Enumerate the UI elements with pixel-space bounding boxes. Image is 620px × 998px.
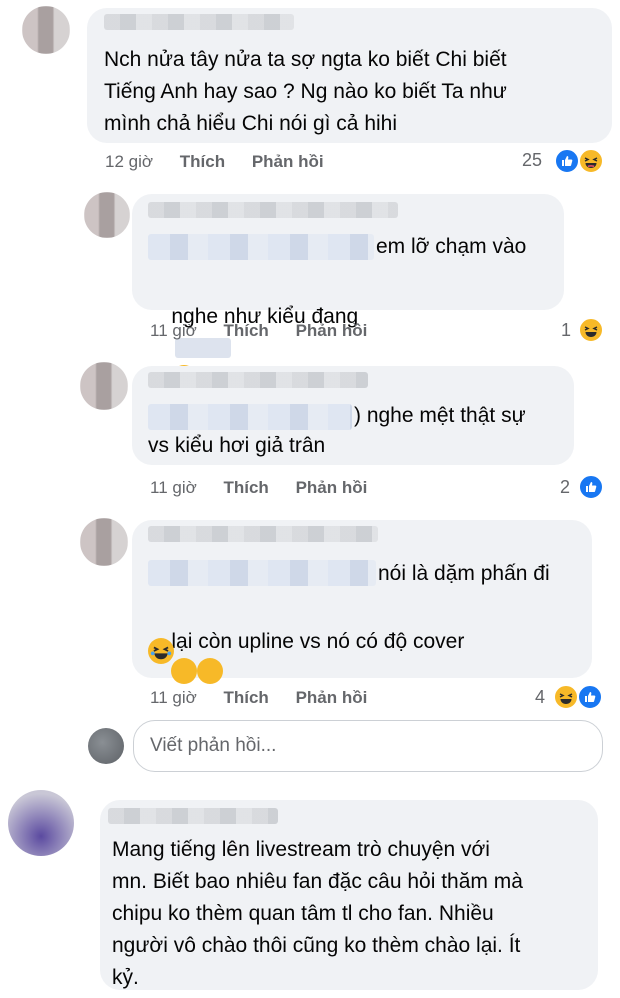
avatar[interactable] [80,362,128,410]
like-button[interactable]: Thích [223,478,268,497]
reaction-count[interactable]: 2 [560,477,570,498]
blurred-author-name[interactable] [148,526,378,542]
current-user-avatar [88,728,124,764]
avatar[interactable] [80,518,128,566]
haha-icon [578,148,604,174]
reply-button[interactable]: Phản hồi [252,152,324,171]
comment-bubble: Mang tiếng lên livestream trò chuyện với… [100,800,598,990]
reaction-count[interactable]: 25 [522,150,542,171]
like-icon [554,148,580,174]
reply-time[interactable]: 11 giờ [150,321,197,340]
reply-time[interactable]: 11 giờ [150,688,197,707]
reply-button[interactable]: Phản hồi [296,321,368,340]
reaction-count[interactable]: 1 [561,320,571,341]
blurred-mention[interactable] [148,234,374,260]
reply-meta: 11 giờ Thích Phản hồi [150,478,367,498]
avatar[interactable] [22,6,70,54]
comment-time[interactable]: 12 giờ [105,152,153,171]
reply-input-placeholder: Viết phản hồi... [150,735,277,756]
comment-text: Mang tiếng lên livestream trò chuyện với… [112,838,523,989]
blurred-author-name[interactable] [108,808,278,824]
blurred-author-name[interactable] [148,202,398,218]
reply-text: nói là dặm phấn đi [378,562,550,585]
reply-meta: 11 giờ Thích Phản hồi [150,321,367,341]
blurred-author-name[interactable] [104,14,294,30]
reply-input[interactable]: Viết phản hồi... [133,720,603,772]
comment-text: Nch nửa tây nửa ta sợ ngta ko biết Chi b… [104,48,507,135]
reply-bubble: em lỡ chạm vào nghe như kiểu đang [132,194,564,451]
reply-bubble: ) nghe mệt thật sự vs kiểu hơi giả trân [132,366,574,465]
avatar[interactable] [84,192,130,238]
comment-meta: 12 giờ Thích Phản hồi [105,152,324,172]
reply-text: ) nghe mệt thật sự [354,404,526,427]
laughing-emoji-icon [197,658,224,744]
reply-meta: 11 giờ Thích Phản hồi [150,688,367,708]
like-button[interactable]: Thích [180,152,225,171]
laughing-emoji-icon [171,658,198,744]
comment-bubble: Nch nửa tây nửa ta sợ ngta ko biết Chi b… [87,8,612,143]
like-button[interactable]: Thích [223,321,268,340]
reaction-count[interactable]: 4 [535,687,545,708]
reply-button[interactable]: Phản hồi [296,688,368,707]
haha-icon [553,684,579,710]
avatar[interactable] [8,790,74,856]
like-button[interactable]: Thích [223,688,268,707]
blurred-mention[interactable] [148,560,376,586]
reply-bubble: nói là dặm phấn đi lại còn upline vs nó … [132,520,592,744]
blurred-author-name[interactable] [148,372,368,388]
like-icon [578,474,604,500]
reply-time[interactable]: 11 giờ [150,478,197,497]
reply-emoji-line [148,638,174,664]
reply-text: vs kiểu hơi giả trân [148,434,326,457]
blurred-mention[interactable] [148,404,352,430]
reply-text: em lỡ chạm vào [376,235,527,258]
reply-button[interactable]: Phản hồi [296,478,368,497]
haha-icon [578,317,604,343]
laughing-emoji-icon [148,638,174,664]
like-icon [577,684,603,710]
blurred-word [175,338,232,358]
